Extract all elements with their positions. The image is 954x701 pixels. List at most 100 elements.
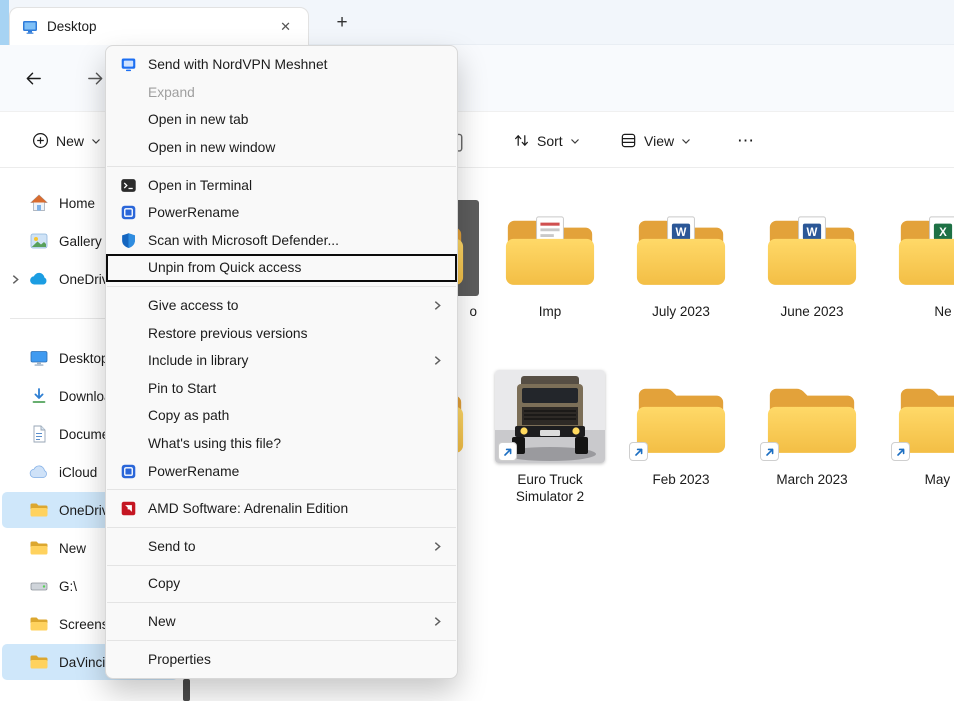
menu-icon-spacer xyxy=(119,537,138,556)
menu-item-label: Send with NordVPN Meshnet xyxy=(148,57,327,72)
menu-item-what-s-using-this-file[interactable]: What's using this file? xyxy=(106,430,457,458)
file-tile-label: Euro Truck Simulator 2 xyxy=(490,471,610,505)
sort-arrows-icon xyxy=(513,132,530,149)
folder-icon xyxy=(28,499,50,521)
image-thumbnail-icon xyxy=(490,368,610,464)
new-button-label: New xyxy=(56,133,84,149)
forward-arrow-icon xyxy=(86,69,105,88)
sort-button-label: Sort xyxy=(537,133,563,149)
menu-item-properties[interactable]: Properties xyxy=(106,645,457,673)
menu-icon-spacer xyxy=(119,574,138,593)
file-tile-may-2[interactable]: May 2 xyxy=(883,368,954,505)
folder-icon: X xyxy=(883,200,954,296)
view-button[interactable]: View xyxy=(610,125,701,156)
menu-item-amd-software-adrenalin-edition[interactable]: AMD Software: Adrenalin Edition xyxy=(106,495,457,523)
close-tab-icon[interactable]: ✕ xyxy=(273,17,298,37)
menu-item-label: Pin to Start xyxy=(148,381,216,396)
new-button[interactable]: New xyxy=(22,125,111,156)
menu-separator xyxy=(107,166,456,167)
sidebar-item-label: iCloud xyxy=(59,465,97,480)
onedrive-icon xyxy=(28,268,50,290)
menu-item-label: Unpin from Quick access xyxy=(148,260,301,275)
file-tile-label: Imp xyxy=(490,303,610,320)
menu-item-label: Scan with Microsoft Defender... xyxy=(148,233,339,248)
menu-item-copy[interactable]: Copy xyxy=(106,570,457,598)
sidebar-scrollbar[interactable] xyxy=(183,679,190,701)
back-button[interactable] xyxy=(18,63,48,93)
shortcut-arrow-icon xyxy=(498,442,517,461)
sidebar-item-label: G:\ xyxy=(59,579,77,594)
svg-text:W: W xyxy=(676,227,687,239)
menu-icon-spacer xyxy=(119,110,138,129)
sidebar-item-label: New xyxy=(59,541,86,556)
menu-item-open-in-terminal[interactable]: Open in Terminal xyxy=(106,171,457,199)
shortcut-arrow-icon xyxy=(891,442,910,461)
folder-icon xyxy=(28,651,50,673)
menu-item-expand: Expand xyxy=(106,79,457,107)
drive-icon xyxy=(28,575,50,597)
menu-item-powerrename[interactable]: PowerRename xyxy=(106,199,457,227)
chevron-down-icon xyxy=(91,136,101,146)
folder-icon xyxy=(621,368,741,464)
chevron-down-icon xyxy=(570,136,580,146)
nordvpn-icon xyxy=(119,55,138,74)
menu-item-restore-previous-versions[interactable]: Restore previous versions xyxy=(106,319,457,347)
menu-item-label: Open in new window xyxy=(148,140,275,155)
menu-item-send-to[interactable]: Send to xyxy=(106,533,457,561)
menu-item-label: Copy xyxy=(148,576,180,591)
terminal-icon xyxy=(119,176,138,195)
more-options-button[interactable]: ⋯ xyxy=(731,127,761,155)
file-tile-july-2023[interactable]: WJuly 2023 xyxy=(621,200,741,320)
sort-button[interactable]: Sort xyxy=(503,125,590,156)
menu-icon-spacer xyxy=(119,379,138,398)
menu-item-new[interactable]: New xyxy=(106,608,457,636)
file-tile-feb-2023[interactable]: Feb 2023 xyxy=(621,368,741,505)
file-tile-march-2023[interactable]: March 2023 xyxy=(752,368,872,505)
menu-item-include-in-library[interactable]: Include in library xyxy=(106,347,457,375)
menu-icon-spacer xyxy=(119,434,138,453)
menu-item-label: Include in library xyxy=(148,353,248,368)
folder-icon xyxy=(28,613,50,635)
file-tile-ne[interactable]: X Ne xyxy=(883,200,954,320)
folder-icon xyxy=(883,368,954,464)
file-tile-euro-truck-simulator-2[interactable]: Euro Truck Simulator 2 xyxy=(490,368,610,505)
menu-item-label: Give access to xyxy=(148,298,238,313)
menu-item-scan-with-microsoft-defender[interactable]: Scan with Microsoft Defender... xyxy=(106,227,457,255)
submenu-chevron-icon xyxy=(432,355,443,366)
tab-bar: Desktop ✕ + xyxy=(0,0,954,45)
expand-chevron-icon[interactable] xyxy=(2,274,28,285)
menu-item-copy-as-path[interactable]: Copy as path xyxy=(106,402,457,430)
amd-icon xyxy=(119,499,138,518)
new-tab-button[interactable]: + xyxy=(328,10,356,36)
file-tile-imp[interactable]: Imp xyxy=(490,200,610,320)
menu-item-send-with-nordvpn-meshnet[interactable]: Send with NordVPN Meshnet xyxy=(106,51,457,79)
icloud-icon xyxy=(28,461,50,483)
menu-icon-spacer xyxy=(119,296,138,315)
file-tile-june-2023[interactable]: WJune 2023 xyxy=(752,200,872,320)
menu-icon-spacer xyxy=(119,612,138,631)
menu-separator xyxy=(107,640,456,641)
submenu-chevron-icon xyxy=(432,541,443,552)
defender-icon xyxy=(119,231,138,250)
menu-item-give-access-to[interactable]: Give access to xyxy=(106,292,457,320)
svg-text:X: X xyxy=(939,227,947,239)
menu-item-pin-to-start[interactable]: Pin to Start xyxy=(106,375,457,403)
sidebar-item-label: Desktop xyxy=(59,351,109,366)
menu-separator xyxy=(107,565,456,566)
document-icon xyxy=(28,423,50,445)
home-icon xyxy=(28,192,50,214)
menu-separator xyxy=(107,527,456,528)
gallery-icon xyxy=(28,230,50,252)
menu-icon-spacer xyxy=(119,406,138,425)
tab-desktop[interactable]: Desktop ✕ xyxy=(9,7,309,45)
monitor-icon xyxy=(28,347,50,369)
submenu-chevron-icon xyxy=(432,616,443,627)
menu-item-label: Expand xyxy=(148,85,195,100)
menu-icon-spacer xyxy=(119,258,138,277)
menu-item-powerrename[interactable]: PowerRename xyxy=(106,457,457,485)
file-tile-label: Ne xyxy=(883,303,954,320)
menu-item-open-in-new-window[interactable]: Open in new window xyxy=(106,134,457,162)
menu-item-unpin-from-quick-access[interactable]: Unpin from Quick access xyxy=(106,254,457,282)
menu-item-open-in-new-tab[interactable]: Open in new tab xyxy=(106,106,457,134)
menu-item-label: What's using this file? xyxy=(148,436,281,451)
